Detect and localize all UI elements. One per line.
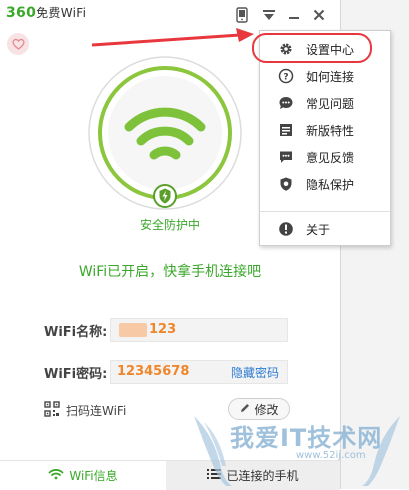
- privacy-shield-icon: [278, 176, 294, 192]
- menu-item-label: 常见问题: [306, 97, 355, 111]
- ssid-field[interactable]: 123: [110, 318, 288, 342]
- minimize-icon[interactable]: [284, 5, 304, 25]
- ssid-row: WiFi名称: 123: [44, 318, 294, 342]
- menu-item-label: 新版特性: [306, 124, 355, 138]
- password-label: WiFi密码:: [44, 367, 108, 382]
- wifi-icon: [48, 468, 64, 483]
- menu-separator: [260, 211, 390, 212]
- chat-icon: [278, 95, 294, 111]
- wifi-status-ring[interactable]: [84, 55, 246, 225]
- app-logo: 360免费WiFi: [6, 4, 86, 21]
- list-icon: [278, 122, 294, 138]
- menu-item-how-to-connect[interactable]: ? 如何连接: [260, 63, 390, 89]
- qr-code-icon: [44, 401, 60, 417]
- ssid-value: 123: [149, 322, 177, 337]
- watermark-url: www.52ij.com: [296, 450, 366, 461]
- tab-wifi-info-label: WiFi信息: [69, 469, 118, 483]
- ssid-label: WiFi名称:: [44, 325, 108, 340]
- info-icon: [278, 221, 294, 237]
- logo-text: 免费WiFi: [36, 6, 87, 20]
- password-row: WiFi密码: 12345678 隐藏密码: [44, 360, 294, 384]
- highlight-circle-annotation: [252, 33, 372, 63]
- menu-item-label: 意见反馈: [306, 151, 355, 165]
- scan-qr-label: 扫码连WiFi: [66, 404, 127, 418]
- watermark: 我爱IT技术网 www.52ij.com: [186, 412, 408, 489]
- close-icon[interactable]: [309, 5, 329, 25]
- menu-item-privacy[interactable]: 隐私保护: [260, 171, 390, 197]
- menu-item-new-features[interactable]: 新版特性: [260, 117, 390, 143]
- svg-text:?: ?: [283, 73, 288, 83]
- hide-password-link[interactable]: 隐藏密码: [231, 364, 279, 381]
- tab-wifi-info[interactable]: WiFi信息: [0, 461, 166, 490]
- feedback-icon: [278, 149, 294, 165]
- password-field[interactable]: 12345678 隐藏密码: [110, 360, 288, 384]
- logo-number: 360: [6, 5, 37, 21]
- menu-item-label: 关于: [306, 223, 331, 237]
- heart-icon[interactable]: [7, 33, 29, 55]
- menu-item-feedback[interactable]: 意见反馈: [260, 144, 390, 170]
- question-icon: ?: [278, 68, 294, 84]
- ssid-redaction: [119, 323, 147, 337]
- title-bar: 360免费WiFi: [0, 0, 340, 30]
- password-value: 12345678: [117, 364, 190, 379]
- menu-item-label: 如何连接: [306, 70, 355, 84]
- phone-icon[interactable]: [232, 5, 252, 25]
- menu-item-about[interactable]: 关于: [260, 216, 390, 242]
- wifi-on-message: WiFi已开启，快拿手机连接吧: [78, 264, 262, 280]
- menu-item-faq[interactable]: 常见问题: [260, 90, 390, 116]
- menu-item-label: 隐私保护: [306, 178, 355, 192]
- red-arrow-annotation: [91, 28, 254, 47]
- watermark-text: 我爱IT技术网: [230, 424, 383, 452]
- menu-dropdown-icon[interactable]: [259, 5, 279, 25]
